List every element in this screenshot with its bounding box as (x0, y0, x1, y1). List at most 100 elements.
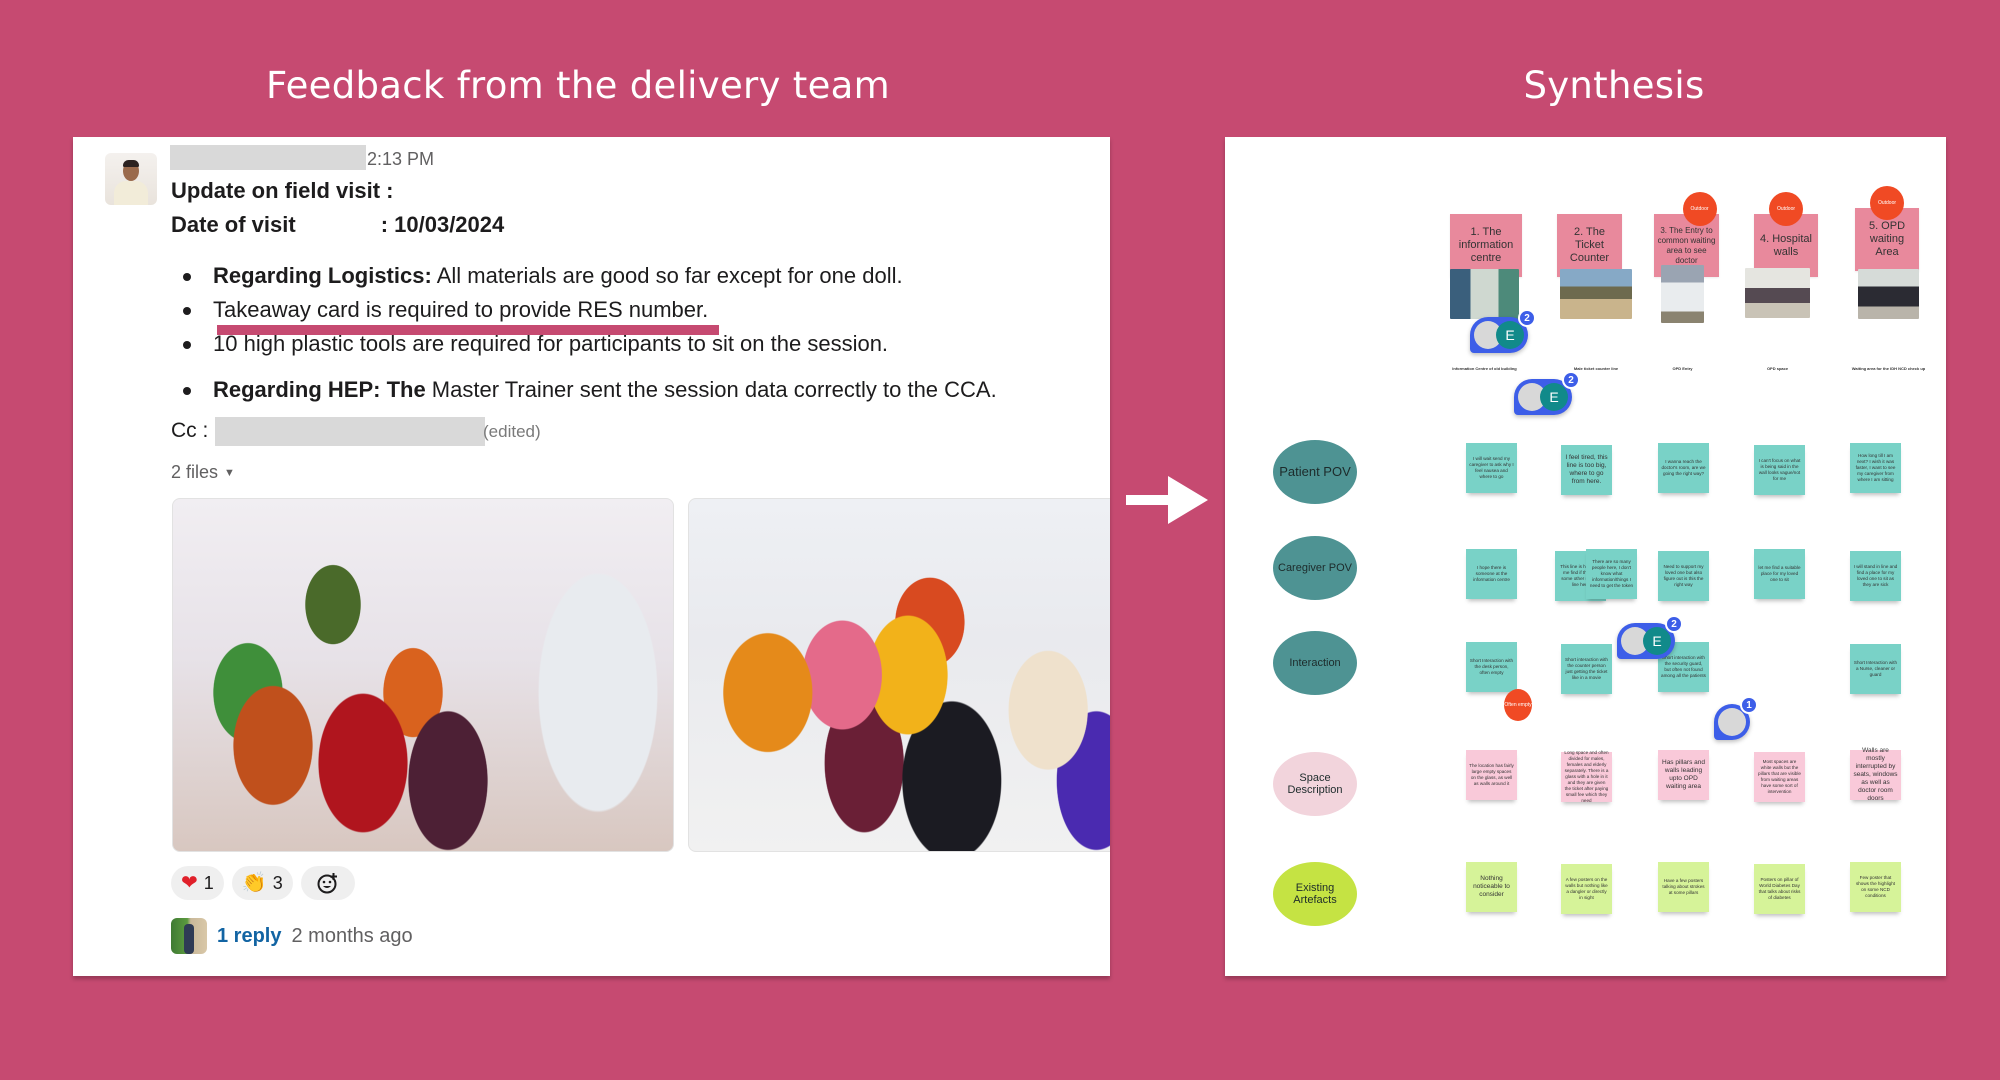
location-photo[interactable] (1661, 265, 1704, 323)
comment-bubble[interactable]: 1 (1714, 696, 1758, 740)
thread-summary: 1 reply 2 months ago (171, 918, 413, 954)
sticky-note[interactable]: Posters on pillar of World Diabetes Day … (1754, 864, 1805, 914)
heart-icon: ❤ (181, 872, 198, 894)
sticky-note[interactable]: How long till I am next? I wish it was f… (1850, 443, 1901, 493)
sticky-note[interactable]: The location has fairly large empty spac… (1466, 750, 1517, 800)
add-emoji-icon (317, 873, 337, 894)
bullet-bold: Regarding Logistics: (213, 263, 432, 288)
photo-caption: Waiting area for the IDH NCD check up (1851, 366, 1926, 371)
sticky-note[interactable]: I will wait send my caregiver to ask why… (1466, 443, 1517, 493)
files-toggle[interactable]: 2 files ▼ (171, 462, 235, 483)
often-empty-tag[interactable]: Often empty (1504, 689, 1532, 721)
sticky-note[interactable]: I hope there is someone at the informati… (1466, 549, 1517, 599)
attached-photo-2[interactable] (688, 498, 1110, 852)
comment-bubble[interactable]: E2 (1514, 371, 1580, 415)
reactions-bar: ❤ 1 👏 3 (171, 866, 355, 900)
section-title-synthesis: Synthesis (1523, 64, 1705, 107)
visit-date-label: Date of visit (171, 212, 296, 237)
section-title-feedback: Feedback from the delivery team (266, 64, 890, 107)
comment-count-badge: 1 (1740, 696, 1758, 714)
outdoor-tag[interactable]: Outdoor (1682, 192, 1717, 226)
comment-count-badge: 2 (1665, 615, 1683, 633)
sticky-note[interactable]: Most spaces are white walls but the pill… (1754, 752, 1805, 802)
message-heading: Update on field visit : (171, 178, 394, 203)
redacted-sender-name (170, 145, 366, 170)
photo-caption: Male ticket counter line (1573, 366, 1619, 371)
reply-time: 2 months ago (291, 924, 413, 947)
comment-count-badge: 2 (1518, 309, 1536, 327)
bullet-text: Master Trainer sent the session data cor… (425, 377, 997, 402)
reply-count-link[interactable]: 1 reply (217, 925, 281, 948)
sticky-note[interactable]: Short Interaction with the desk person, … (1466, 642, 1517, 692)
photo-caption: OPD Entry (1672, 366, 1693, 371)
visit-date-value: : 10/03/2024 (380, 212, 505, 237)
highlight-underline (217, 325, 719, 335)
commenter-initial: E (1496, 321, 1524, 349)
location-photo[interactable] (1450, 269, 1519, 319)
reaction-count: 1 (203, 872, 214, 893)
sticky-note[interactable]: Walls are mostly interrupted by seats, w… (1850, 747, 1901, 802)
row-label-caregiver-pov[interactable]: Caregiver POV (1273, 536, 1357, 600)
bullet-item: Regarding Logistics: All materials are g… (171, 259, 997, 293)
edited-label: (edited) (483, 422, 541, 441)
synthesis-board: 1. The information centre 2. The Ticket C… (1225, 137, 1946, 976)
commenter-initial: E (1643, 627, 1671, 655)
visit-date-line: Date of visit : 10/03/2024 (171, 212, 504, 238)
sticky-note[interactable]: A few posters on the walls but nothing l… (1561, 864, 1612, 914)
sticky-note[interactable]: Few poster that shows the highlight on s… (1850, 862, 1901, 912)
sticky-note[interactable]: Short Interaction with a Nurse, cleaner … (1850, 644, 1901, 694)
outdoor-tag[interactable]: Outdoor (1870, 186, 1904, 220)
sticky-note[interactable]: Short interaction with the counter perso… (1561, 644, 1612, 694)
photo-caption: OPD space (1766, 366, 1789, 371)
arrow-right-icon (1126, 476, 1208, 524)
sticky-note[interactable]: I feel tired, this line is too big, wher… (1561, 445, 1612, 495)
reaction-count: 3 (272, 872, 283, 893)
commenter-initial: E (1540, 383, 1568, 411)
row-label-interaction[interactable]: Interaction (1273, 631, 1357, 695)
location-photo[interactable] (1560, 269, 1632, 319)
clap-icon: 👏 (241, 872, 267, 894)
commenter-avatar (1718, 708, 1746, 736)
location-photo[interactable] (1858, 269, 1919, 319)
slack-message-panel: 2:13 PM Update on field visit : Date of … (73, 137, 1110, 976)
sticky-note[interactable]: I can't focus on what is being said in t… (1754, 445, 1805, 495)
reaction-clap[interactable]: 👏 3 (231, 866, 293, 900)
sticky-note[interactable]: Nothing noticeable to consider (1466, 862, 1517, 912)
bullet-text: All materials are good so far except for… (431, 263, 903, 288)
caret-down-icon[interactable]: ▼ (224, 467, 235, 479)
outdoor-tag[interactable]: Outdoor (1769, 192, 1803, 226)
sticky-note[interactable]: There are so many people here, I don't k… (1586, 549, 1637, 599)
sender-avatar[interactable] (105, 153, 157, 205)
comment-bubble[interactable]: E2 (1617, 615, 1683, 659)
sticky-note[interactable]: Need to support my loved one but also fi… (1658, 551, 1709, 601)
header-sticky[interactable]: 1. The information centre (1450, 214, 1522, 277)
sticky-note[interactable]: I wanna reach the doctor's room, are we … (1658, 443, 1709, 493)
sticky-note[interactable]: Have a few posters talking about strokes… (1658, 862, 1709, 912)
row-label-existing-artefacts[interactable]: Existing Artefacts (1273, 862, 1357, 926)
comment-count-badge: 2 (1562, 371, 1580, 389)
sticky-note[interactable]: let me find a suitable place for my love… (1754, 549, 1805, 599)
attached-photo-1[interactable] (172, 498, 674, 852)
row-label-space-description[interactable]: Space Description (1273, 752, 1357, 816)
add-reaction-button[interactable] (300, 866, 355, 900)
comment-bubble[interactable]: E2 (1470, 309, 1536, 353)
avatar-body (114, 181, 148, 205)
replier-avatar[interactable] (171, 918, 207, 954)
sticky-note[interactable]: I will stand in line and find a place fo… (1850, 551, 1901, 601)
sticky-note[interactable]: Has pillars and walls leading upto OPD w… (1658, 750, 1709, 800)
bullet-item: Takeaway card is required to provide RES… (171, 293, 997, 327)
bullet-item: Regarding HEP: The Master Trainer sent t… (171, 373, 997, 407)
header-sticky[interactable]: 2. The Ticket Counter (1557, 214, 1622, 277)
sticky-note[interactable]: Long space and often divided for males, … (1561, 750, 1612, 803)
reaction-heart[interactable]: ❤ 1 (171, 866, 224, 900)
location-photo[interactable] (1745, 268, 1810, 318)
message-timestamp[interactable]: 2:13 PM (367, 149, 434, 170)
row-label-patient-pov[interactable]: Patient POV (1273, 440, 1357, 504)
redacted-cc-mentions (215, 417, 485, 446)
bullet-bold: Regarding HEP: The (213, 377, 426, 402)
photo-caption: Information Centre of old building (1452, 366, 1517, 371)
cc-label: Cc : (171, 419, 209, 442)
avatar-hair (123, 160, 139, 167)
bullet-text: Takeaway card is required to provide RES… (213, 297, 709, 322)
files-label: 2 files (171, 462, 219, 482)
